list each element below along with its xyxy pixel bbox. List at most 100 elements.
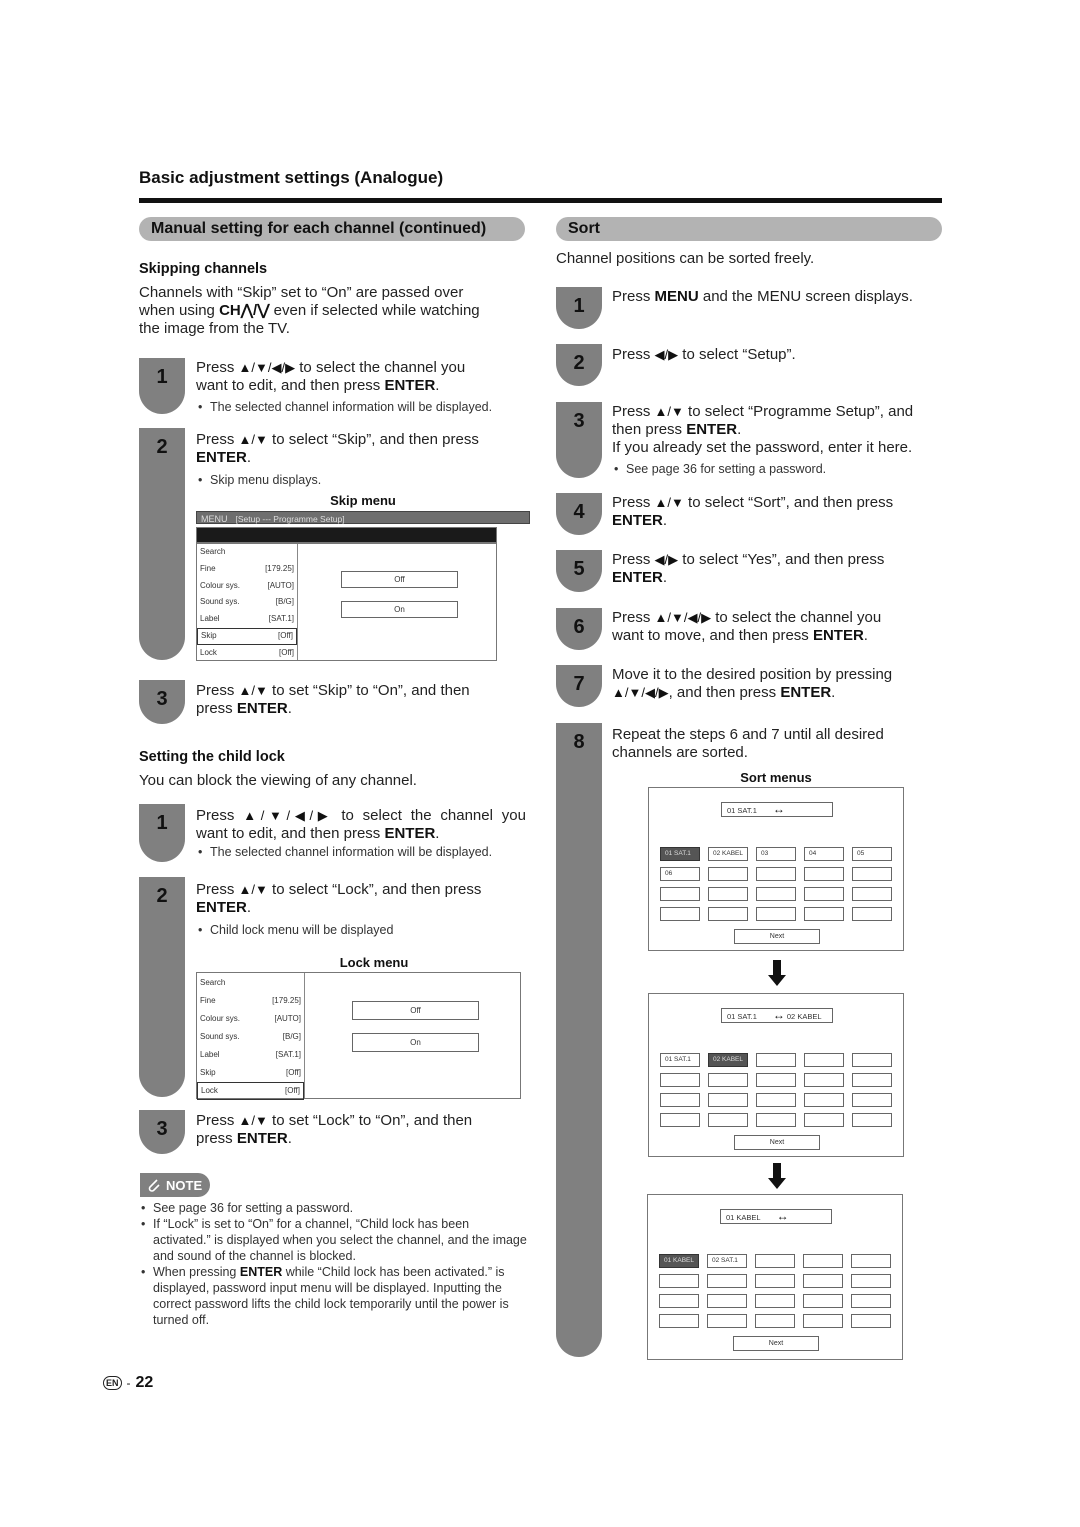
channel-cell[interactable] [851, 1314, 891, 1328]
channel-cell[interactable]: 02 KABEL [708, 847, 748, 861]
menu-item-lock[interactable]: Lock [Off] [197, 645, 297, 662]
channel-cell[interactable] [660, 1073, 700, 1087]
menu-item-sound-sys[interactable]: Sound sys. [B/G] [197, 1028, 304, 1046]
menu-item-label: Search [200, 547, 226, 556]
step-line: Move it to the desired position by press… [612, 666, 893, 683]
channel-cell[interactable] [659, 1314, 699, 1328]
channel-cell[interactable] [804, 1093, 844, 1107]
channel-cell[interactable] [708, 887, 748, 901]
channel-cell[interactable] [804, 1113, 844, 1127]
channel-cell[interactable] [659, 1294, 699, 1308]
channel-cell[interactable] [756, 1073, 796, 1087]
menu-item-skip[interactable]: Skip [Off] [197, 1064, 304, 1082]
channel-cell[interactable] [708, 907, 748, 921]
channel-cell[interactable] [660, 907, 700, 921]
channel-cell[interactable]: 03 [756, 847, 796, 861]
menu-item-search[interactable]: Search [197, 544, 297, 561]
channel-grid: 01 SAT.1 02 KABEL 03 04 05 06 [660, 847, 892, 921]
channel-cell[interactable] [852, 907, 892, 921]
channel-cell[interactable] [756, 867, 796, 881]
channel-cell[interactable] [852, 1093, 892, 1107]
next-button[interactable]: Next [733, 1336, 819, 1351]
text: Press [196, 1112, 239, 1129]
next-button[interactable]: Next [734, 929, 820, 944]
channel-cell[interactable] [755, 1254, 795, 1268]
channel-cell[interactable] [851, 1274, 891, 1288]
channel-cell[interactable] [659, 1274, 699, 1288]
channel-cell[interactable] [708, 867, 748, 881]
channel-cell[interactable] [803, 1314, 843, 1328]
channel-cell[interactable]: 01 SAT.1 [660, 1053, 700, 1067]
menu-item-lock[interactable]: Lock [Off] [197, 1082, 304, 1100]
channel-cell[interactable]: 06 [660, 867, 700, 881]
channel-cell[interactable] [707, 1274, 747, 1288]
channel-cell[interactable] [756, 1113, 796, 1127]
step-tab-1: 1 [139, 804, 185, 862]
menu-item-colour-sys[interactable]: Colour sys. [AUTO] [197, 1010, 304, 1028]
menu-item-label[interactable]: Label [SAT.1] [197, 611, 297, 628]
channel-cell[interactable] [660, 1093, 700, 1107]
channel-cell[interactable] [804, 887, 844, 901]
channel-cell[interactable] [852, 867, 892, 881]
step-line: Press ▲/▼ to set “Lock” to “On”, and the… [196, 1112, 536, 1130]
channel-cell[interactable] [803, 1294, 843, 1308]
option-off-button[interactable]: Off [352, 1001, 479, 1020]
text: want to move, and then press [612, 627, 813, 644]
skipping-intro: Channels with “Skip” set to “On” are pas… [139, 284, 539, 338]
channel-cell[interactable] [755, 1294, 795, 1308]
channel-cell[interactable]: 02 SAT.1 [707, 1254, 747, 1268]
channel-cell[interactable] [756, 1093, 796, 1107]
channel-cell[interactable] [803, 1274, 843, 1288]
channel-cell[interactable] [660, 887, 700, 901]
channel-cell[interactable] [852, 887, 892, 901]
step-tab-7: 7 [556, 665, 602, 707]
channel-cell[interactable]: 01 KABEL [659, 1254, 699, 1268]
option-off-button[interactable]: Off [341, 571, 458, 588]
menu-item-search[interactable]: Search [197, 974, 304, 992]
channel-cell[interactable] [660, 1113, 700, 1127]
channel-cell[interactable]: 05 [852, 847, 892, 861]
channel-cell[interactable] [852, 1073, 892, 1087]
channel-cell[interactable] [804, 1053, 844, 1067]
channel-cell[interactable] [755, 1274, 795, 1288]
channel-cell[interactable] [708, 1073, 748, 1087]
option-on-button[interactable]: On [341, 601, 458, 618]
menu-item-fine[interactable]: Fine [179.25] [197, 561, 297, 578]
channel-cell[interactable] [708, 1093, 748, 1107]
channel-cell[interactable] [707, 1314, 747, 1328]
skip-step-2: Press ▲/▼ to select “Skip”, and then pre… [196, 431, 536, 488]
channel-cell[interactable] [756, 907, 796, 921]
channel-cell[interactable] [756, 1053, 796, 1067]
menu-item-label: Sound sys. [200, 597, 240, 607]
next-button[interactable]: Next [734, 1135, 820, 1150]
menu-item-fine[interactable]: Fine [179.25] [197, 992, 304, 1010]
channel-grid: 01 SAT.1 02 KABEL [660, 1053, 892, 1127]
channel-cell[interactable]: 01 SAT.1 [660, 847, 700, 861]
channel-cell[interactable] [851, 1254, 891, 1268]
channel-cell[interactable] [852, 1113, 892, 1127]
separator: - [126, 1376, 131, 1390]
step-bullet: See page 36 for setting a password. [612, 461, 947, 477]
channel-cell[interactable] [707, 1294, 747, 1308]
channel-cell[interactable] [755, 1314, 795, 1328]
menu-item-label[interactable]: Label [SAT.1] [197, 1046, 304, 1064]
menu-item-sound-sys[interactable]: Sound sys. [B/G] [197, 594, 297, 611]
option-on-button[interactable]: On [352, 1033, 479, 1052]
channel-cell[interactable] [708, 1113, 748, 1127]
text: Press [196, 881, 239, 898]
skip-menu-options: Off On [298, 544, 496, 660]
channel-cell[interactable] [756, 887, 796, 901]
text: . [435, 825, 440, 842]
channel-cell[interactable]: 02 KABEL [708, 1053, 748, 1067]
menu-item-value: [AUTO] [267, 580, 294, 590]
channel-cell[interactable] [852, 1053, 892, 1067]
text: . [863, 627, 868, 644]
channel-cell[interactable] [803, 1254, 843, 1268]
channel-cell[interactable] [804, 907, 844, 921]
channel-cell[interactable]: 04 [804, 847, 844, 861]
menu-item-colour-sys[interactable]: Colour sys. [AUTO] [197, 578, 297, 595]
channel-cell[interactable] [804, 1073, 844, 1087]
menu-item-skip[interactable]: Skip [Off] [197, 627, 297, 645]
channel-cell[interactable] [804, 867, 844, 881]
channel-cell[interactable] [851, 1294, 891, 1308]
